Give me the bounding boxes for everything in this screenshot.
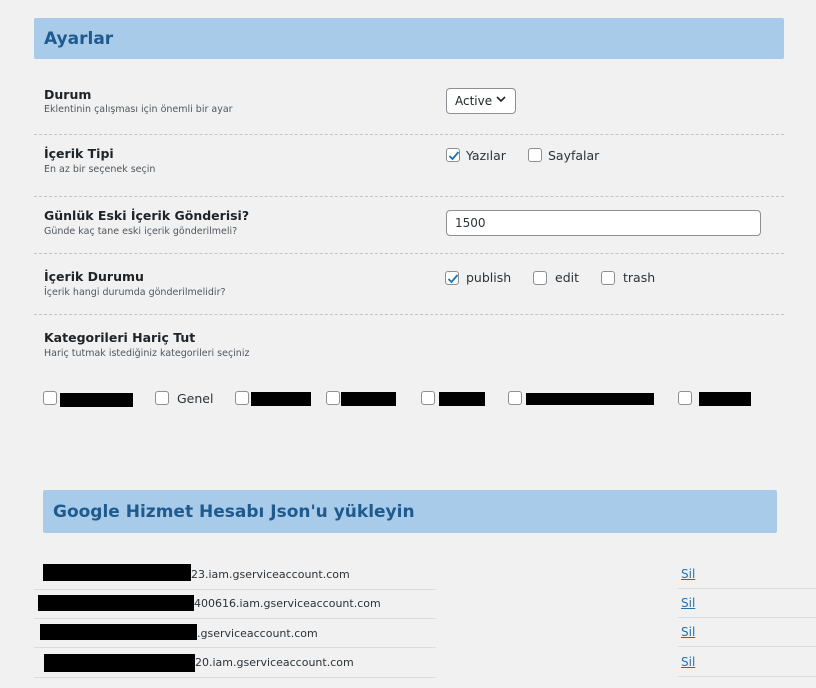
kategoriler-desc: Hariç tutmak istediğiniz kategorileri se…: [44, 348, 250, 359]
checkbox-edit-label: edit: [555, 270, 579, 285]
icerik-durumu-desc: İçerik hangi durumda gönderilmelidir?: [44, 287, 226, 298]
icerik-tipi-label: İçerik Tipi: [44, 146, 114, 161]
delete-link[interactable]: Sil: [681, 655, 695, 669]
google-title: Google Hizmet Hesabı Json'u yükleyin: [53, 501, 415, 522]
gunluk-desc: Günde kaç tane eski içerik gönderilmeli?: [44, 226, 238, 237]
durum-desc: Eklentinin çalışması için önemli bir aya…: [44, 104, 233, 115]
google-header: Google Hizmet Hesabı Json'u yükleyin: [43, 490, 777, 533]
redacted-category-label: [341, 392, 396, 406]
durum-select[interactable]: Active: [446, 88, 516, 114]
checkbox-edit[interactable]: [533, 271, 547, 285]
account-email: 23.iam.gserviceaccount.com: [191, 568, 350, 581]
checkbox-yazilar[interactable]: [446, 148, 460, 162]
redacted-account-name: [40, 624, 197, 640]
checkmark-icon: [448, 151, 460, 161]
row-icerik-tipi: İçerik Tipi En az bir seçenek seçin Yazı…: [34, 135, 784, 197]
durum-label: Durum: [44, 87, 92, 102]
divider: [678, 617, 816, 618]
redacted-account-name: [38, 595, 194, 611]
account-email: 20.iam.gserviceaccount.com: [195, 656, 354, 669]
gunluk-input-value: 1500: [455, 216, 486, 230]
divider: [678, 676, 816, 677]
checkbox-trash-label: trash: [623, 270, 656, 285]
category-checkbox-genel[interactable]: [155, 391, 169, 405]
kategoriler-label: Kategorileri Hariç Tut: [44, 330, 196, 345]
category-checkbox[interactable]: [678, 391, 692, 405]
checkbox-yazilar-label: Yazılar: [466, 148, 506, 163]
checkbox-publish-label: publish: [466, 270, 512, 285]
category-checkbox[interactable]: [421, 391, 435, 405]
icerik-tipi-desc: En az bir seçenek seçin: [44, 164, 156, 175]
category-checkbox[interactable]: [235, 391, 249, 405]
category-checkbox[interactable]: [508, 391, 522, 405]
account-email: 400616.iam.gserviceaccount.com: [194, 597, 381, 610]
redacted-category-label: [439, 392, 485, 406]
checkmark-icon: [447, 274, 459, 284]
settings-header: Ayarlar: [34, 18, 784, 59]
divider: [678, 588, 816, 589]
row-gunluk: Günlük Eski İçerik Gönderisi? Günde kaç …: [34, 197, 784, 254]
delete-link[interactable]: Sil: [681, 567, 695, 581]
category-label-genel: Genel: [177, 391, 214, 406]
row-kategoriler: Kategorileri Hariç Tut Hariç tutmak iste…: [34, 315, 784, 425]
checkbox-sayfalar-label: Sayfalar: [548, 148, 600, 163]
checkbox-sayfalar[interactable]: [528, 148, 542, 162]
redacted-category-label: [699, 392, 751, 406]
delete-link[interactable]: Sil: [681, 596, 695, 610]
redacted-account-name: [43, 564, 191, 581]
redacted-category-label: [526, 393, 654, 405]
redacted-account-name: [44, 654, 195, 672]
category-checkbox[interactable]: [43, 391, 57, 405]
row-durum: Durum Eklentinin çalışması için önemli b…: [34, 81, 784, 135]
durum-select-value: Active: [455, 94, 493, 108]
chevron-down-icon: [496, 96, 506, 103]
redacted-category-label: [60, 393, 133, 407]
gunluk-input[interactable]: 1500: [446, 210, 761, 236]
divider: [678, 646, 816, 647]
settings-title: Ayarlar: [44, 28, 114, 49]
icerik-durumu-label: İçerik Durumu: [44, 269, 144, 284]
delete-link[interactable]: Sil: [681, 625, 695, 639]
category-checkbox[interactable]: [326, 391, 340, 405]
gunluk-label: Günlük Eski İçerik Gönderisi?: [44, 208, 250, 223]
checkbox-publish[interactable]: [445, 271, 459, 285]
row-icerik-durumu: İçerik Durumu İçerik hangi durumda gönde…: [34, 254, 784, 315]
checkbox-trash[interactable]: [601, 271, 615, 285]
account-email: .gserviceaccount.com: [197, 627, 318, 640]
redacted-category-label: [251, 392, 311, 406]
